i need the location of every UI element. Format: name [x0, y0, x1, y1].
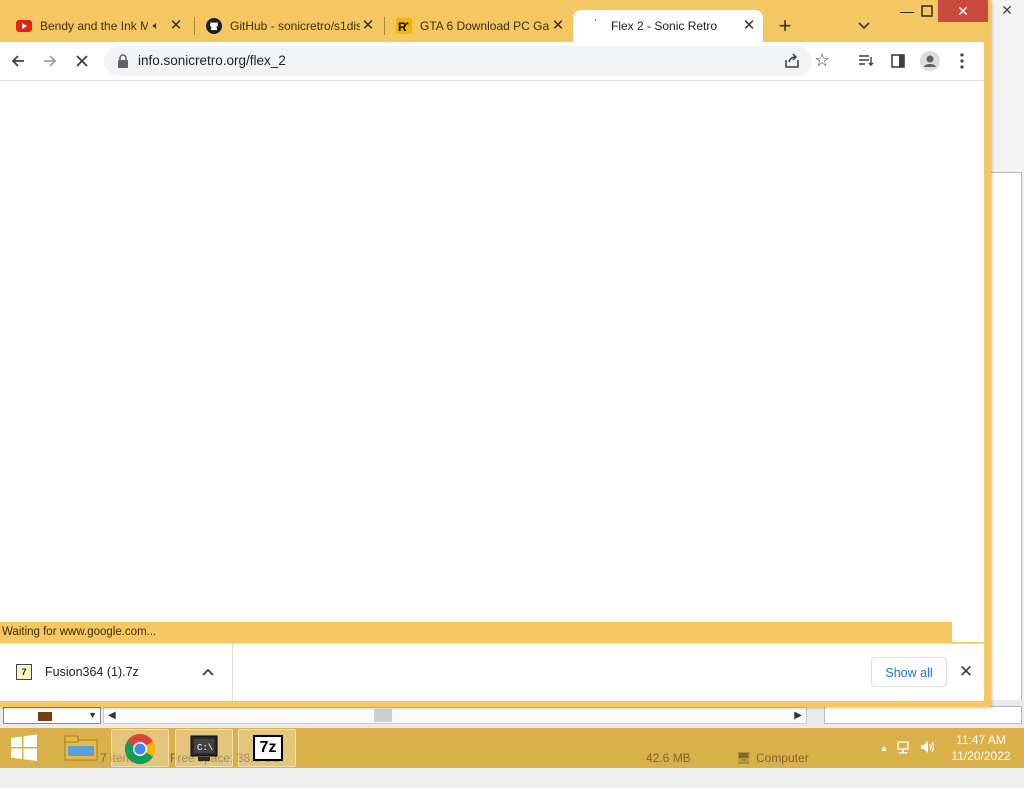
show-all-downloads-button[interactable]: Show all [871, 657, 947, 687]
page-content-strip [952, 622, 984, 642]
tab-title: Flex 2 - Sonic Retro [611, 19, 718, 33]
tab-bendy[interactable]: Bendy and the Ink M 🔈︎ ✕ [2, 10, 190, 42]
tab-title: GTA 6 Download PC Game [420, 19, 550, 33]
svg-text:*: * [406, 22, 409, 29]
start-button[interactable] [0, 728, 48, 768]
lock-icon[interactable] [117, 54, 129, 68]
background-window-panel [990, 172, 1022, 708]
taskbar-google-chrome[interactable] [111, 729, 169, 767]
computer-icon: 🖥︎ [736, 751, 752, 765]
volume-icon[interactable] [920, 740, 936, 756]
select-thumbnail-icon [38, 712, 52, 721]
tab-gta6[interactable]: R* GTA 6 Download PC Game ✕ [382, 10, 572, 42]
network-icon[interactable] [897, 740, 913, 756]
address-bar[interactable]: info.sonicretro.org/flex_2 ☆ [104, 46, 830, 76]
status-bubble: Waiting for www.google.com... [0, 622, 952, 642]
tab-title: GitHub - sonicretro/s1disasm [230, 19, 360, 33]
page-content [0, 80, 984, 623]
back-button[interactable] [4, 47, 32, 75]
chrome-window: Bendy and the Ink M 🔈︎ ✕ GitHub - sonicr… [0, 0, 991, 707]
tray-clock[interactable]: 11:47 AM 11/20/2022 [946, 732, 1016, 764]
tab-close-button[interactable]: ✕ [550, 18, 566, 34]
rockstar-icon: R * [396, 18, 412, 34]
status-text: Waiting for www.google.com... [2, 626, 157, 638]
url-text[interactable]: info.sonicretro.org/flex_2 [138, 46, 286, 76]
tray-expand-chevron-icon[interactable]: ▲ [876, 740, 892, 756]
github-icon [206, 18, 222, 34]
window-close-button[interactable]: ✕ [938, 0, 988, 22]
tab-strip: Bendy and the Ink M 🔈︎ ✕ GitHub - sonicr… [0, 0, 991, 42]
taskbar-terminal[interactable]: C:\ [175, 729, 233, 767]
tab-close-button[interactable]: ✕ [360, 18, 376, 34]
reading-list-icon[interactable] [852, 47, 880, 75]
download-item[interactable]: 7 Fusion364 (1).7z [0, 644, 233, 701]
background-window-select[interactable]: ▼ [3, 707, 101, 724]
download-filename[interactable]: Fusion364 (1).7z [45, 644, 139, 701]
youtube-icon [16, 18, 32, 34]
status-location: Computer [756, 751, 809, 765]
chevron-down-icon: ▼ [88, 710, 97, 720]
background-window-right-field [824, 706, 1022, 724]
background-window-horizontal-scrollbar[interactable]: ◀ ▶ [103, 707, 807, 724]
forward-button[interactable] [36, 47, 64, 75]
svg-text:C:\: C:\ [197, 743, 213, 753]
tab-search-chevron-icon[interactable] [852, 12, 876, 40]
scrollbar-thumb[interactable] [374, 709, 392, 722]
loading-icon [587, 18, 603, 34]
tab-close-button[interactable]: ✕ [168, 18, 184, 34]
clock-time: 11:47 AM [956, 733, 1006, 747]
taskbar-file-explorer[interactable] [52, 729, 110, 767]
bookmark-star-icon[interactable]: ☆ [814, 49, 830, 71]
taskbar-7zip[interactable]: 7z [238, 729, 296, 767]
tab-title: Bendy and the Ink M [40, 19, 148, 33]
tab-close-button[interactable]: ✕ [741, 18, 757, 34]
seven-zip-icon: 7z [253, 735, 283, 761]
download-shelf: 7 Fusion364 (1).7z Show all ✕ [0, 643, 984, 701]
archive-file-icon: 7 [16, 664, 32, 680]
background-window-close-button[interactable]: ✕ [990, 0, 1024, 20]
stop-loading-button[interactable] [68, 47, 96, 75]
speaker-icon[interactable]: 🔈︎ [148, 20, 164, 33]
profile-avatar-icon[interactable] [916, 47, 944, 75]
menu-kebab-icon[interactable] [948, 47, 976, 75]
close-download-shelf-button[interactable]: ✕ [956, 662, 976, 682]
scroll-left-arrow-icon[interactable]: ◀ [108, 708, 116, 723]
new-tab-button[interactable]: + [771, 12, 799, 40]
chevron-up-icon[interactable] [200, 664, 216, 680]
side-panel-icon[interactable] [884, 47, 912, 75]
clock-date: 11/20/2022 [951, 749, 1011, 763]
share-icon[interactable] [782, 51, 802, 71]
tab-flex2-active[interactable]: Flex 2 - Sonic Retro ✕ [573, 10, 763, 42]
scroll-right-arrow-icon[interactable]: ▶ [794, 708, 802, 723]
taskbar: 7 items Free space: 38.0 GB 42.6 MB 🖥︎ C… [0, 728, 1024, 768]
status-size: 42.6 MB [646, 751, 691, 765]
tab-github[interactable]: GitHub - sonicretro/s1disasm ✕ [192, 10, 382, 42]
